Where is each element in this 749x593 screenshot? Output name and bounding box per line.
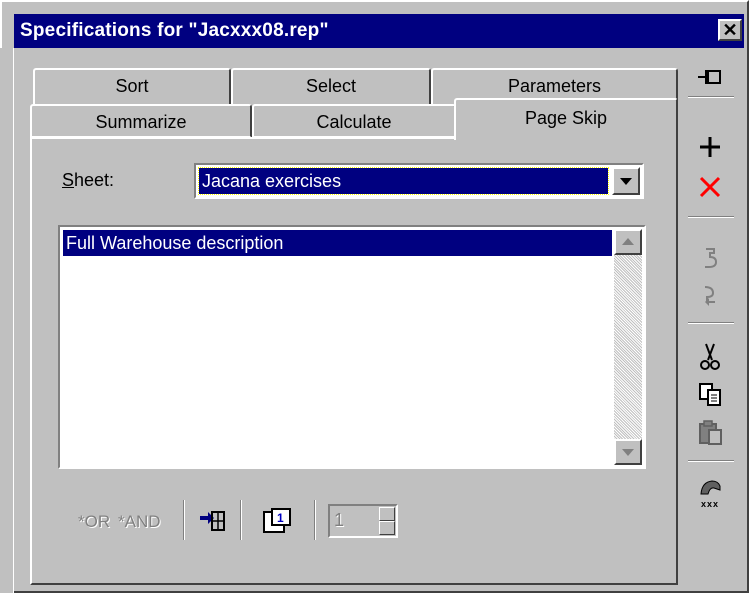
- and-button[interactable]: *AND: [118, 512, 161, 546]
- tab-calculate[interactable]: Calculate: [252, 104, 456, 138]
- cut-icon: [700, 343, 720, 370]
- redo-icon: [704, 286, 715, 306]
- page-number-icon: 1: [263, 508, 291, 533]
- redo-button[interactable]: [690, 278, 730, 312]
- tab-sort[interactable]: Sort: [33, 68, 231, 106]
- or-button[interactable]: *OR: [78, 512, 110, 546]
- toolbar-separator: [314, 500, 316, 540]
- copy-button[interactable]: [690, 378, 730, 412]
- page-number-spinner[interactable]: 1: [328, 504, 398, 538]
- chevron-down-icon: [620, 178, 632, 185]
- list-scrollbar[interactable]: [614, 229, 642, 465]
- tab-summarize-label: Summarize: [95, 112, 187, 132]
- undo-icon: [705, 248, 718, 268]
- undo-button[interactable]: [690, 240, 730, 274]
- insert-break-icon: [200, 511, 225, 531]
- arrow-down-icon: [622, 449, 634, 456]
- page-skip-list[interactable]: Full Warehouse description: [58, 225, 646, 469]
- page-number-button[interactable]: 1: [260, 506, 296, 538]
- left-edge: [0, 48, 14, 593]
- toolbar-separator: [688, 96, 734, 98]
- sheet-dropdown-button[interactable]: [612, 167, 640, 195]
- tab-sort-label: Sort: [115, 76, 149, 96]
- cut-button[interactable]: [690, 340, 730, 374]
- copy-icon: [699, 383, 721, 406]
- paste-button[interactable]: [690, 416, 730, 450]
- close-icon: ✕: [722, 20, 738, 40]
- close-button[interactable]: ✕: [718, 19, 742, 41]
- tab-parameters-label: Parameters: [507, 76, 602, 96]
- sheet-label-rest: heet:: [74, 170, 115, 190]
- tab-select-label: Select: [305, 76, 357, 96]
- spinner-down-button[interactable]: [379, 521, 395, 535]
- spinner-up-button[interactable]: [379, 507, 395, 521]
- tab-select[interactable]: Select: [231, 68, 431, 106]
- toolbar-separator: [240, 500, 242, 540]
- add-icon: [700, 137, 720, 157]
- sheet-select-value: Jacana exercises: [198, 167, 609, 195]
- insert-break-button[interactable]: [196, 506, 230, 538]
- mask-label: xxx: [700, 499, 720, 509]
- add-button[interactable]: [690, 130, 730, 164]
- sheet-label: Sheet:: [62, 170, 114, 191]
- tab-summarize[interactable]: Summarize: [30, 104, 252, 138]
- pin-button[interactable]: [690, 60, 730, 94]
- title-bar[interactable]: Specifications for "Jacxxx08.rep" ✕: [14, 14, 744, 48]
- scroll-up-button[interactable]: [614, 229, 642, 255]
- delete-icon: [699, 176, 721, 198]
- list-item[interactable]: Full Warehouse description: [63, 230, 612, 256]
- toolbar-separator: [688, 216, 734, 218]
- mask-icon: [700, 480, 721, 495]
- toolbar-separator: [688, 322, 734, 324]
- paste-icon: [699, 420, 722, 445]
- svg-text:1: 1: [277, 511, 284, 525]
- mask-button[interactable]: xxx: [690, 474, 730, 518]
- sheet-select[interactable]: Jacana exercises: [194, 163, 644, 199]
- toolbar-separator: [688, 460, 734, 462]
- tab-page-skip[interactable]: Page Skip: [454, 98, 678, 140]
- spinner-value: 1: [334, 510, 345, 530]
- sheet-label-accel: S: [62, 170, 75, 190]
- tab-calculate-label: Calculate: [316, 112, 392, 132]
- pin-icon: [698, 70, 721, 84]
- arrow-up-icon: [622, 238, 634, 245]
- tab-page-skip-label: Page Skip: [524, 108, 608, 128]
- panel-top-edge: [30, 137, 454, 139]
- scroll-down-button[interactable]: [614, 439, 642, 465]
- window-title: Specifications for "Jacxxx08.rep": [20, 20, 329, 41]
- delete-button[interactable]: [690, 170, 730, 204]
- toolbar-separator: [183, 500, 185, 540]
